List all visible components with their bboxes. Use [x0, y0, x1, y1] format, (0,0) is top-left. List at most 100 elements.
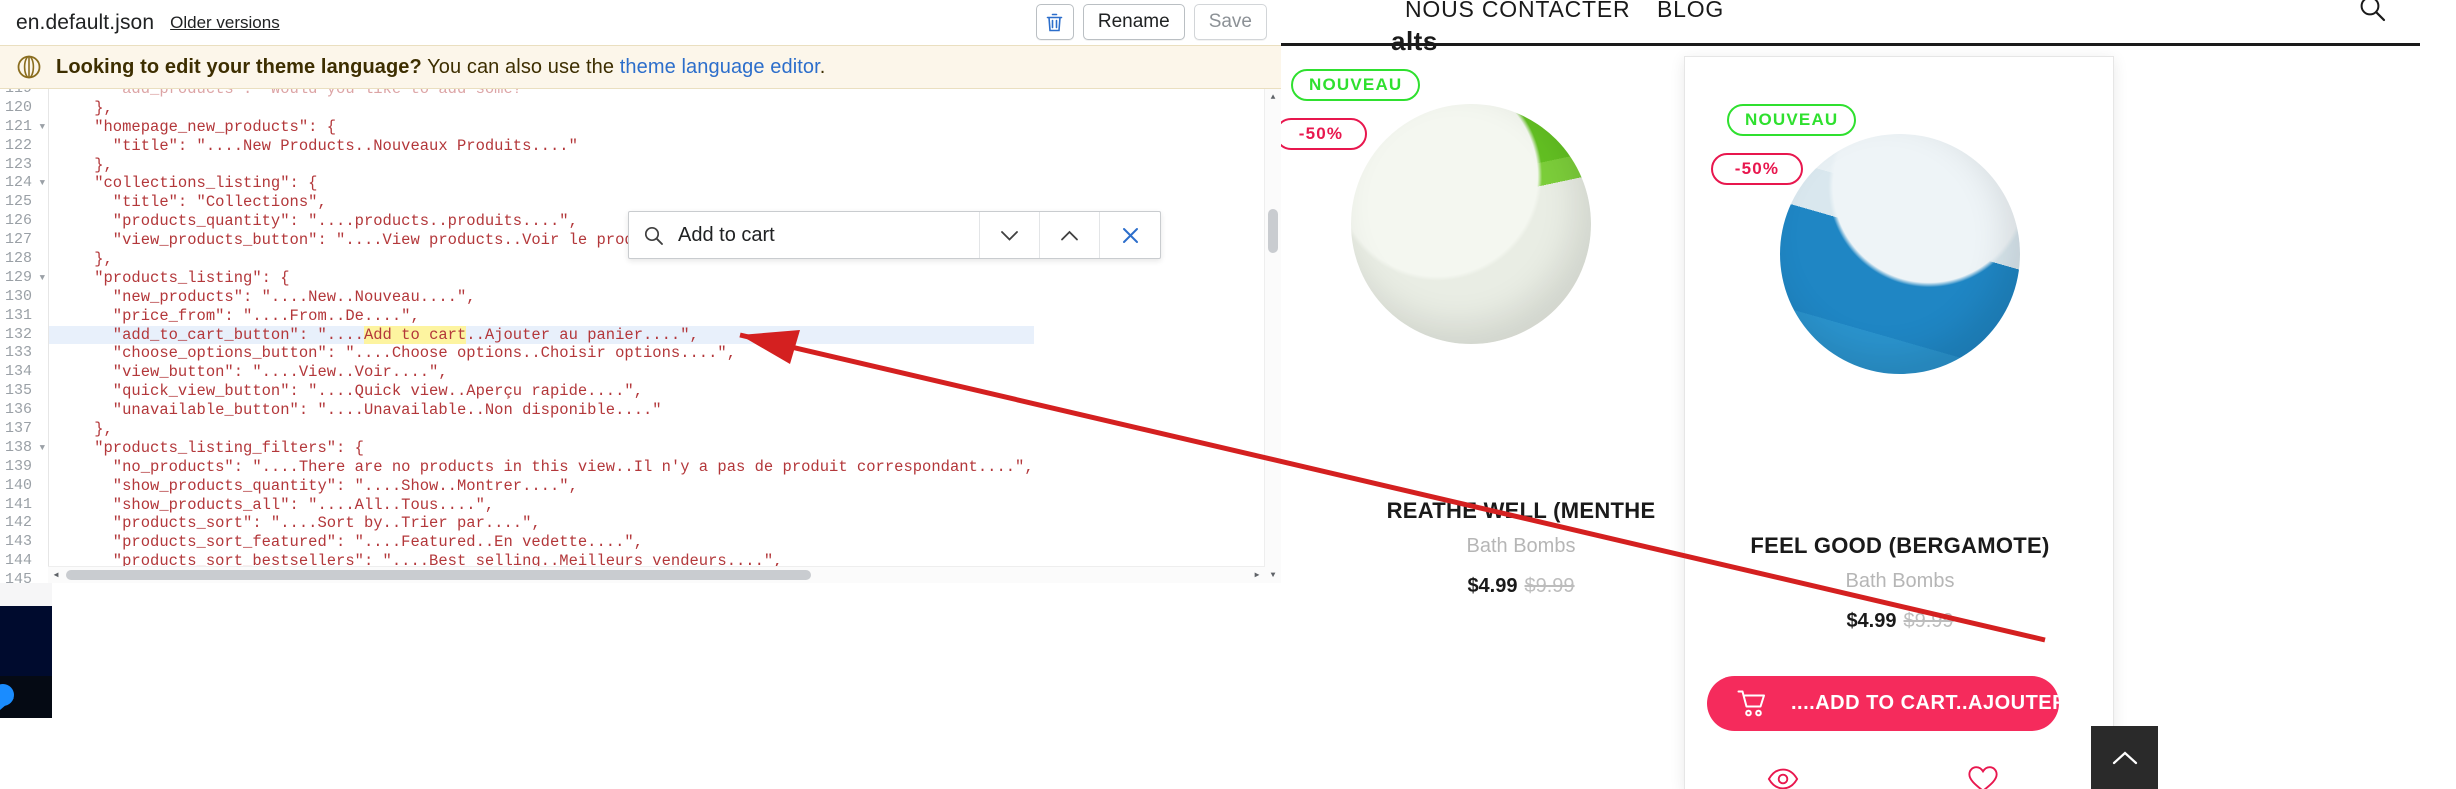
line-number: 145 — [4, 571, 32, 583]
line-number: 141 — [4, 495, 32, 513]
storefront-preview: NOUS CONTACTER BLOG alts NOUVEAU -50% RE… — [1281, 0, 2456, 789]
scroll-up-arrow-icon[interactable]: ▲ — [1265, 89, 1281, 105]
line-number: 138 ▼ — [4, 438, 45, 458]
add-to-cart-button[interactable]: ....ADD TO CART..AJOUTER AU P — [1707, 676, 2059, 731]
fold-arrow-icon[interactable]: ▼ — [40, 174, 45, 193]
line-number: 121 ▼ — [4, 117, 45, 137]
price-current: $4.99 — [1467, 575, 1518, 597]
line-number: 140 — [4, 476, 32, 494]
line-number: 127 — [4, 231, 32, 249]
product-vendor: Bath Bombs — [1845, 570, 1955, 592]
code-line[interactable]: "no_products": "....There are no product… — [49, 458, 1034, 477]
code-line[interactable]: "title": "Collections", — [49, 193, 1034, 212]
line-number: 126 — [4, 212, 32, 230]
code-line-highlighted[interactable]: "add_to_cart_button": "....Add to cart..… — [49, 325, 1034, 345]
eye-icon[interactable] — [1767, 763, 1799, 789]
banner-question: Looking to edit your theme language? — [56, 55, 422, 78]
cart-icon — [1737, 690, 1765, 716]
code-line[interactable]: "title": "....New Products..Nouveaux Pro… — [49, 137, 1034, 156]
line-number: 136 — [4, 401, 32, 419]
back-to-top-button[interactable] — [2091, 726, 2158, 789]
code-line[interactable]: "show_products_quantity": "....Show..Mon… — [49, 477, 1034, 496]
code-line[interactable]: "view_button": "....View..Voir....", — [49, 363, 1034, 382]
code-content[interactable]: "add_products": "Would you like to add s… — [49, 89, 1034, 583]
line-number: 130 — [4, 287, 32, 305]
code-line[interactable]: "quick_view_button": "....Quick view..Ap… — [49, 382, 1034, 401]
chevron-up-icon — [1061, 230, 1078, 240]
nav-item-contact[interactable]: NOUS CONTACTER — [1405, 0, 1630, 23]
banner-rest: You can also use the — [421, 55, 620, 78]
horizontal-scroll-thumb[interactable] — [66, 570, 811, 580]
price-current: $4.99 — [1846, 610, 1897, 632]
code-vertical-scrollbar[interactable]: ▲ ▼ — [1264, 89, 1281, 583]
product-card[interactable]: NOUVEAU -50% REATHE WELL (MENTHE Bath Bo… — [1281, 58, 1711, 758]
find-input[interactable] — [678, 223, 979, 247]
code-editor-pane: en.default.json Older versions Rename Sa… — [0, 0, 1282, 583]
line-number: 134 — [4, 363, 32, 381]
fold-arrow-icon[interactable]: ▼ — [40, 439, 45, 458]
save-button: Save — [1193, 4, 1267, 40]
find-next-button[interactable] — [980, 212, 1040, 258]
code-line[interactable]: "homepage_new_products": { — [49, 118, 1034, 137]
code-line[interactable]: "show_products_all": "....All..Tous...."… — [49, 496, 1034, 515]
nav-item-blog[interactable]: BLOG — [1657, 0, 1724, 23]
scroll-right-arrow-icon[interactable]: ▶ — [1249, 567, 1265, 583]
code-line[interactable]: "products_sort_featured": "....Featured.… — [49, 533, 1034, 552]
product-card-hovered[interactable]: NOUVEAU -50% FEEL GOOD (BERGAMOTE) Bath … — [1684, 56, 2114, 789]
badge-new: NOUVEAU — [1291, 69, 1421, 101]
code-line[interactable]: "choose_options_button": "....Choose opt… — [49, 344, 1034, 363]
scroll-down-arrow-icon[interactable]: ▼ — [1265, 567, 1281, 583]
app-screen: en.default.json Older versions Rename Sa… — [0, 0, 2456, 789]
line-number: 133 — [4, 344, 32, 362]
code-line[interactable]: "collections_listing": { — [49, 174, 1034, 193]
find-input-wrap[interactable] — [629, 212, 980, 258]
close-icon — [1122, 227, 1138, 243]
editor-actions: Rename Save — [1035, 4, 1267, 40]
banner-period: . — [819, 55, 826, 78]
find-previous-button[interactable] — [1040, 212, 1100, 258]
line-number: 135 — [4, 382, 32, 400]
code-line[interactable]: "price_from": "....From..De....", — [49, 307, 1034, 326]
file-name: en.default.json — [16, 10, 155, 34]
line-number: 144 — [4, 552, 32, 570]
code-scroll-viewport[interactable]: "add_products": "Would you like to add s… — [48, 89, 1281, 583]
rename-button[interactable]: Rename — [1082, 4, 1185, 40]
line-number: 142 — [4, 514, 32, 532]
find-close-button[interactable] — [1100, 212, 1160, 258]
line-number: 125 — [4, 193, 32, 211]
file-header: en.default.json Older versions Rename Sa… — [0, 0, 1281, 45]
page-bottom-white — [52, 583, 1281, 789]
code-line[interactable]: "new_products": "....New..Nouveau....", — [49, 288, 1034, 307]
vertical-scroll-thumb[interactable] — [1268, 209, 1278, 253]
code-line[interactable]: "add_products": "Would you like to add s… — [49, 89, 1034, 99]
fold-arrow-icon[interactable]: ▼ — [40, 118, 45, 137]
search-icon — [644, 226, 663, 245]
fold-arrow-icon[interactable]: ▼ — [40, 269, 45, 288]
product-image[interactable] — [1351, 104, 1591, 344]
product-price: $4.99 $9.99 — [1685, 610, 2115, 633]
code-line[interactable]: }, — [49, 420, 1034, 439]
theme-language-editor-link[interactable]: theme language editor — [620, 56, 820, 78]
line-number: 123 — [4, 155, 32, 173]
code-line[interactable]: }, — [49, 99, 1034, 118]
product-image[interactable] — [1780, 134, 2020, 374]
section-title: alts — [1391, 26, 1438, 56]
code-line[interactable]: }, — [49, 156, 1034, 175]
badge-sale: -50% — [1281, 118, 1367, 150]
find-widget[interactable] — [628, 211, 1161, 259]
line-number: 124 ▼ — [4, 174, 45, 193]
code-line[interactable]: "products_listing_filters": { — [49, 439, 1034, 458]
line-number: 137 — [4, 420, 32, 438]
older-versions-link[interactable]: Older versions — [170, 13, 280, 33]
search-icon[interactable] — [2358, 0, 2386, 22]
code-line[interactable]: "products_sort": "....Sort by..Trier par… — [49, 514, 1034, 533]
heart-icon[interactable] — [1967, 763, 1999, 789]
code-line[interactable]: "products_listing": { — [49, 269, 1034, 288]
badge-sale: -50% — [1711, 153, 1803, 185]
delete-file-button[interactable] — [1035, 4, 1074, 40]
code-line[interactable]: "unavailable_button": "....Unavailable..… — [49, 401, 1034, 420]
code-horizontal-scrollbar[interactable]: ◀ ▶ — [48, 566, 1265, 583]
scroll-left-arrow-icon[interactable]: ◀ — [48, 567, 64, 583]
product-title[interactable]: FEEL GOOD (BERGAMOTE) — [1685, 533, 2115, 559]
storefront-nav: NOUS CONTACTER BLOG alts — [1281, 0, 2456, 56]
